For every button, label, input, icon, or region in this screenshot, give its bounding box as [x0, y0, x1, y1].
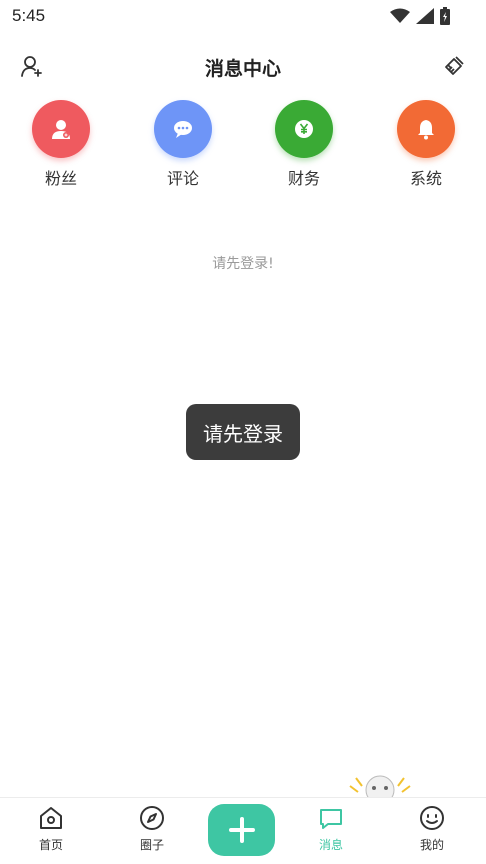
nav-label: 我的 [419, 838, 444, 852]
finance-circle [275, 100, 333, 158]
yen-coin-icon [295, 120, 313, 138]
category-label: 系统 [409, 169, 442, 188]
category-label: 财务 [287, 169, 320, 188]
header: 消息中心 [0, 44, 486, 88]
category-finance[interactable]: 财务 [264, 100, 344, 189]
battery-icon [440, 7, 450, 25]
signal-icon [416, 8, 434, 24]
nav-messages[interactable]: 消息 [291, 804, 371, 853]
nav-label: 首页 [38, 838, 63, 852]
status-icons [390, 7, 450, 25]
bell-icon [418, 120, 434, 140]
empty-state-message: 请先登录! [212, 256, 274, 272]
clear-button[interactable] [440, 52, 468, 80]
home-icon [40, 807, 62, 829]
system-circle [397, 100, 455, 158]
category-label: 粉丝 [44, 169, 77, 188]
nav-circle[interactable]: 圈子 [112, 804, 192, 853]
nav-label: 圈子 [139, 838, 164, 852]
plus-icon [228, 817, 255, 843]
nav-home[interactable]: 首页 [11, 804, 91, 853]
profile-icon [420, 806, 444, 830]
category-fans[interactable]: 粉丝 [21, 100, 101, 189]
chat-bubble-icon [174, 121, 192, 138]
page-title: 消息中心 [204, 58, 281, 80]
bottom-nav: 首页 圈子 消息 我的 [0, 797, 486, 864]
message-categories: 粉丝 评论 财务 系统 [0, 100, 486, 190]
toast: 请先登录 [186, 404, 300, 460]
comments-circle [154, 100, 212, 158]
message-icon [320, 809, 342, 829]
person-icon [52, 120, 70, 139]
nav-profile[interactable]: 我的 [392, 804, 472, 853]
status-bar: 5:45 [0, 0, 486, 34]
nav-label: 消息 [318, 838, 343, 852]
wifi-icon [390, 8, 410, 23]
broom-icon [445, 56, 464, 75]
category-comments[interactable]: 评论 [143, 100, 223, 189]
publish-button[interactable] [208, 804, 275, 856]
category-system[interactable]: 系统 [386, 100, 466, 189]
status-time: 5:45 [12, 6, 46, 25]
compass-icon [140, 806, 164, 830]
category-label: 评论 [166, 169, 199, 188]
fans-circle [32, 100, 90, 158]
